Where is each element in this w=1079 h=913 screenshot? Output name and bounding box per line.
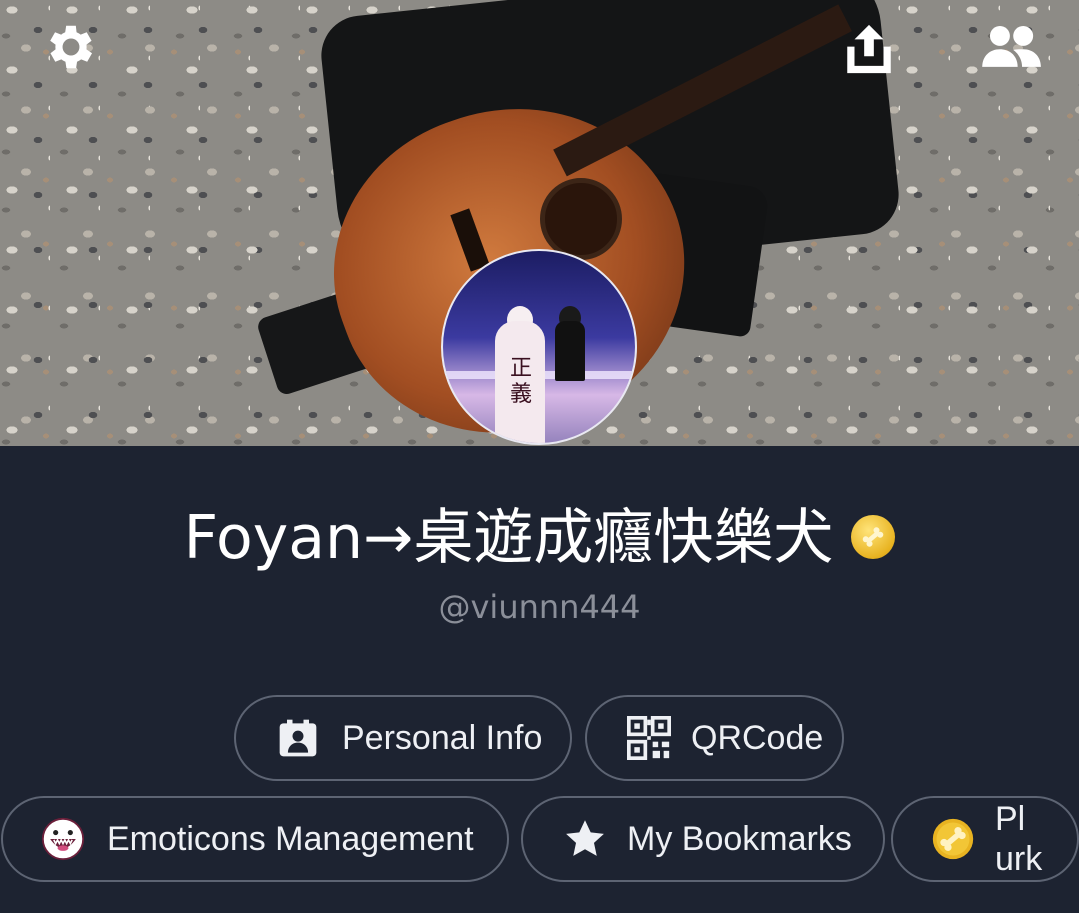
upload-share-icon-glyph bbox=[847, 24, 891, 74]
cover-guitar-soundhole bbox=[540, 178, 622, 260]
user-handle: @viunnn444 bbox=[438, 588, 641, 626]
emoticons-management-button[interactable]: Emoticons Management bbox=[1, 796, 509, 882]
people-icon-glyph bbox=[982, 25, 1041, 67]
bone-coin-icon bbox=[931, 817, 975, 861]
avatar-text: 正 義 bbox=[509, 356, 532, 407]
plurk-button[interactable]: Pl urk bbox=[891, 796, 1079, 882]
qrcode-button[interactable]: QRCode bbox=[585, 695, 844, 781]
display-name: Foyan→桌遊成癮快樂犬 bbox=[183, 502, 834, 573]
avatar-figure bbox=[555, 321, 585, 381]
gear-icon[interactable] bbox=[42, 18, 100, 76]
id-card-icon bbox=[276, 716, 320, 760]
avatar[interactable]: 正 義 bbox=[441, 249, 637, 445]
my-bookmarks-button[interactable]: My Bookmarks bbox=[521, 796, 885, 882]
emoticon-face-icon bbox=[41, 817, 85, 861]
my-bookmarks-label: My Bookmarks bbox=[627, 819, 852, 858]
bone-coin-icon[interactable] bbox=[851, 515, 896, 559]
name-row: Foyan→桌遊成癮快樂犬 bbox=[0, 492, 1079, 573]
gear-icon-glyph bbox=[50, 25, 93, 69]
people-icon[interactable] bbox=[980, 18, 1042, 76]
bone-icon-glyph bbox=[863, 527, 884, 547]
plurk-label: Pl urk bbox=[995, 800, 1043, 878]
qrcode-label: QRCode bbox=[691, 718, 824, 757]
personal-info-button[interactable]: Personal Info bbox=[234, 695, 572, 781]
emoticons-management-label: Emoticons Management bbox=[107, 819, 474, 858]
upload-share-icon[interactable] bbox=[840, 20, 898, 78]
cover-photo[interactable]: 正 義 bbox=[0, 0, 1079, 446]
qrcode-icon bbox=[627, 716, 671, 760]
star-icon bbox=[563, 817, 607, 861]
personal-info-label: Personal Info bbox=[342, 718, 543, 757]
